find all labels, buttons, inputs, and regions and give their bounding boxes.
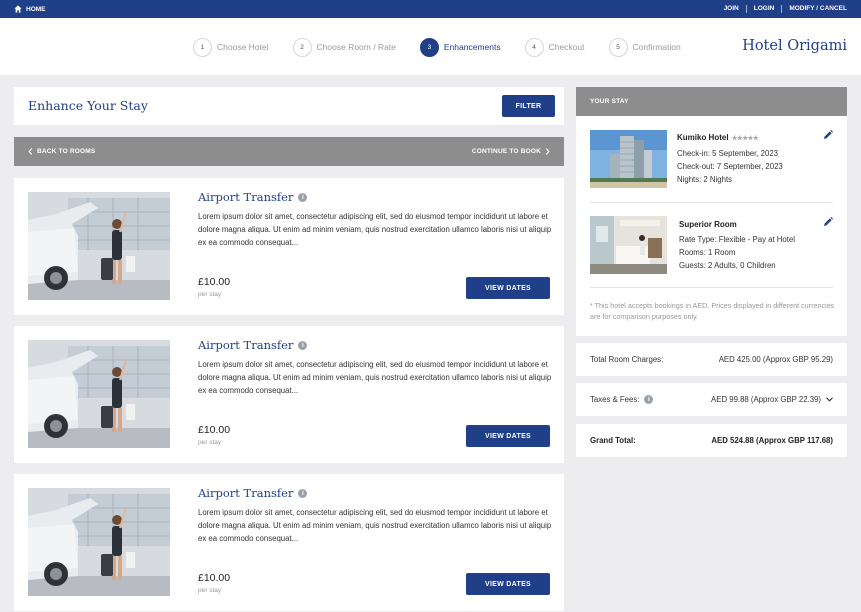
booking-steps: 1 Choose Hotel 2 Choose Room / Rate 3 En…: [193, 37, 705, 57]
enhancement-card: Airport Transfer i Lorem ipsum dolor sit…: [14, 474, 564, 611]
your-stay-heading: YOUR STAY: [576, 87, 847, 116]
currency-note: * This hotel accepts bookings in AED. Pr…: [590, 301, 835, 321]
enhancement-title[interactable]: Airport Transfer i: [198, 190, 308, 204]
taxes-row[interactable]: Taxes & Fees: i AED 99.88 (Approx GBP 22…: [576, 383, 847, 416]
grand-total-row: Grand Total: AED 524.88 (Approx GBP 117.…: [576, 424, 847, 457]
price-unit: per stay: [198, 439, 222, 446]
step-label: Confirmation: [632, 42, 681, 52]
step-number: 2: [292, 37, 312, 57]
hotel-name: Kumiko Hotel ★★★★★: [677, 133, 759, 142]
step-checkout[interactable]: 4 Checkout: [524, 37, 585, 57]
home-icon: [14, 5, 22, 13]
grand-total-label: Grand Total:: [590, 436, 636, 445]
enhance-header: Enhance Your Stay FILTER: [14, 87, 564, 125]
taxes-label-group: Taxes & Fees: i: [590, 383, 654, 416]
step-label: Enhancements: [443, 42, 501, 52]
star-rating: ★★★★★: [731, 134, 759, 142]
back-to-rooms-link[interactable]: BACK TO ROOMS: [28, 137, 95, 166]
room-nav-bar: BACK TO ROOMS CONTINUE TO BOOK: [14, 137, 564, 166]
back-label: BACK TO ROOMS: [37, 148, 96, 155]
enhancement-price: £10.00: [198, 572, 231, 584]
top-bar: HOME JOIN LOGIN MODIFY / CANCEL: [0, 0, 861, 18]
taxes-label: Taxes & Fees:: [590, 395, 640, 404]
step-label: Checkout: [548, 42, 585, 52]
enhancement-title[interactable]: Airport Transfer i: [198, 486, 308, 500]
login-link[interactable]: LOGIN: [745, 5, 782, 13]
taxes-value-group: AED 99.88 (Approx GBP 22.39): [711, 383, 833, 416]
enhancement-description: Lorem ipsum dolor sit amet, consectetur …: [198, 360, 552, 395]
step-label: Choose Hotel: [217, 42, 269, 52]
filter-button[interactable]: FILTER: [502, 95, 555, 117]
home-label: HOME: [26, 5, 46, 13]
hotel-name-text: Kumiko Hotel: [677, 133, 729, 142]
home-link[interactable]: HOME: [14, 0, 46, 18]
airport-transfer-image: [28, 340, 170, 448]
enhancement-description: Lorem ipsum dolor sit amet, consectetur …: [198, 508, 552, 543]
check-in: Check-in: 5 September, 2023: [677, 149, 778, 158]
your-stay-panel: Kumiko Hotel ★★★★★ Check-in: 5 September…: [576, 116, 847, 336]
airport-transfer-image: [28, 192, 170, 300]
chevron-left-icon: [28, 148, 33, 155]
taxes-value: AED 99.88 (Approx GBP 22.39): [711, 395, 821, 404]
modify-cancel-link[interactable]: MODIFY / CANCEL: [781, 5, 847, 13]
info-icon[interactable]: i: [298, 192, 308, 202]
room-charges-row: Total Room Charges: AED 425.00 (Approx G…: [576, 343, 847, 376]
pencil-icon[interactable]: [823, 130, 833, 140]
step-number: 4: [524, 37, 544, 57]
enhancement-title-text: Airport Transfer: [198, 486, 294, 500]
rooms-count: Rooms: 1 Room: [679, 248, 736, 257]
enhancement-title-text: Airport Transfer: [198, 338, 294, 352]
enhancement-price: £10.00: [198, 424, 231, 436]
nights: Nights: 2 Nights: [677, 175, 733, 184]
enhancement-description: Lorem ipsum dolor sit amet, consectetur …: [198, 212, 552, 247]
room-charges-value: AED 425.00 (Approx GBP 95.29): [718, 355, 833, 364]
room-image: [590, 216, 667, 274]
guests: Guests: 2 Adults, 0 Children: [679, 261, 776, 270]
header: 1 Choose Hotel 2 Choose Room / Rate 3 En…: [0, 18, 861, 75]
airport-transfer-image: [28, 488, 170, 596]
check-out: Check-out: 7 September, 2023: [677, 162, 783, 171]
brand-logo[interactable]: Hotel Origami: [742, 38, 847, 54]
enhancement-title[interactable]: Airport Transfer i: [198, 338, 308, 352]
enhancement-title-text: Airport Transfer: [198, 190, 294, 204]
chevron-right-icon: [545, 148, 550, 155]
divider: [590, 202, 833, 203]
pencil-icon[interactable]: [823, 217, 833, 227]
info-icon[interactable]: i: [298, 340, 308, 350]
page-title: Enhance Your Stay: [28, 98, 148, 113]
step-choose-hotel[interactable]: 1 Choose Hotel: [193, 37, 269, 57]
step-enhancements[interactable]: 3 Enhancements: [419, 37, 501, 57]
price-unit: per stay: [198, 587, 222, 594]
step-number: 5: [608, 37, 628, 57]
enhancement-price: £10.00: [198, 276, 231, 288]
step-number: 3: [419, 37, 439, 57]
view-dates-button[interactable]: VIEW DATES: [466, 425, 550, 447]
view-dates-button[interactable]: VIEW DATES: [466, 277, 550, 299]
step-label: Choose Room / Rate: [316, 42, 396, 52]
enhancement-card: Airport Transfer i Lorem ipsum dolor sit…: [14, 178, 564, 315]
grand-total-value: AED 524.88 (Approx GBP 117.68): [711, 436, 833, 445]
rate-type: Rate Type: Flexible - Pay at Hotel: [679, 235, 795, 244]
account-links: JOIN LOGIN MODIFY / CANCEL: [717, 0, 847, 18]
continue-label: CONTINUE TO BOOK: [471, 148, 541, 155]
info-icon[interactable]: i: [644, 395, 654, 404]
divider: [590, 287, 833, 288]
hotel-image: [590, 130, 667, 188]
room-name: Superior Room: [679, 220, 737, 229]
step-number: 1: [193, 37, 212, 57]
view-dates-button[interactable]: VIEW DATES: [466, 573, 550, 595]
price-unit: per stay: [198, 291, 222, 298]
chevron-down-icon[interactable]: [826, 397, 833, 402]
join-link[interactable]: JOIN: [717, 5, 746, 13]
continue-to-book-link[interactable]: CONTINUE TO BOOK: [472, 137, 550, 166]
step-confirmation[interactable]: 5 Confirmation: [608, 37, 681, 57]
step-choose-room[interactable]: 2 Choose Room / Rate: [292, 37, 396, 57]
enhancement-card: Airport Transfer i Lorem ipsum dolor sit…: [14, 326, 564, 463]
room-charges-label: Total Room Charges:: [590, 355, 664, 364]
info-icon[interactable]: i: [298, 488, 308, 498]
